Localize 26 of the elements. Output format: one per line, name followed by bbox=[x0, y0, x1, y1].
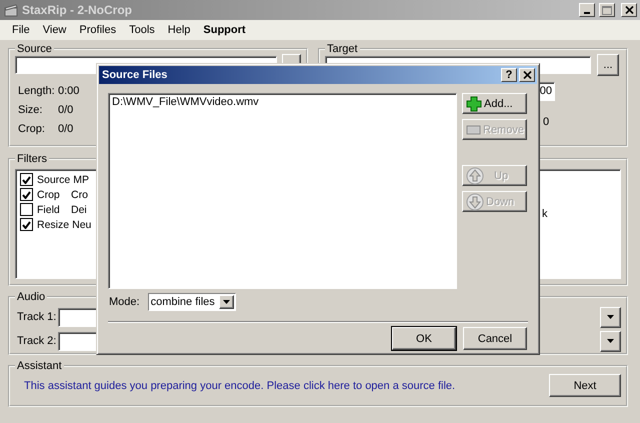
mode-label: Mode: bbox=[109, 296, 140, 308]
info-label: Length: bbox=[18, 85, 56, 97]
group-title: Assistant bbox=[17, 360, 62, 372]
group-title: Filters bbox=[17, 153, 47, 165]
track-label: Track 2: bbox=[16, 335, 58, 347]
info-value: 0/0 bbox=[58, 104, 74, 116]
value-text: 0 bbox=[543, 116, 550, 128]
info-label: Crop: bbox=[18, 123, 46, 135]
info-label: Size: bbox=[18, 104, 44, 116]
filter-name: Crop bbox=[37, 188, 61, 200]
group-title: Source bbox=[17, 43, 52, 55]
filter-detail: Neu bbox=[72, 218, 92, 230]
track-label: Track 1: bbox=[16, 311, 58, 323]
dialog-title: Source Files bbox=[102, 69, 168, 81]
list-text: k bbox=[542, 208, 548, 220]
filter-name: Source bbox=[37, 174, 72, 186]
filter-detail: Dei bbox=[71, 204, 87, 216]
filter-name: Resize bbox=[37, 218, 70, 230]
window-title: StaxRip - 2-NoCrop bbox=[22, 3, 134, 17]
filter-name: Field bbox=[37, 204, 61, 216]
info-value: 0/0 bbox=[58, 123, 74, 135]
filter-detail: Cro bbox=[71, 188, 88, 200]
group-title: Target bbox=[327, 43, 358, 55]
info-value: 0:00 bbox=[58, 85, 80, 97]
filter-detail: MP bbox=[73, 174, 90, 186]
group-title: Audio bbox=[17, 291, 46, 303]
